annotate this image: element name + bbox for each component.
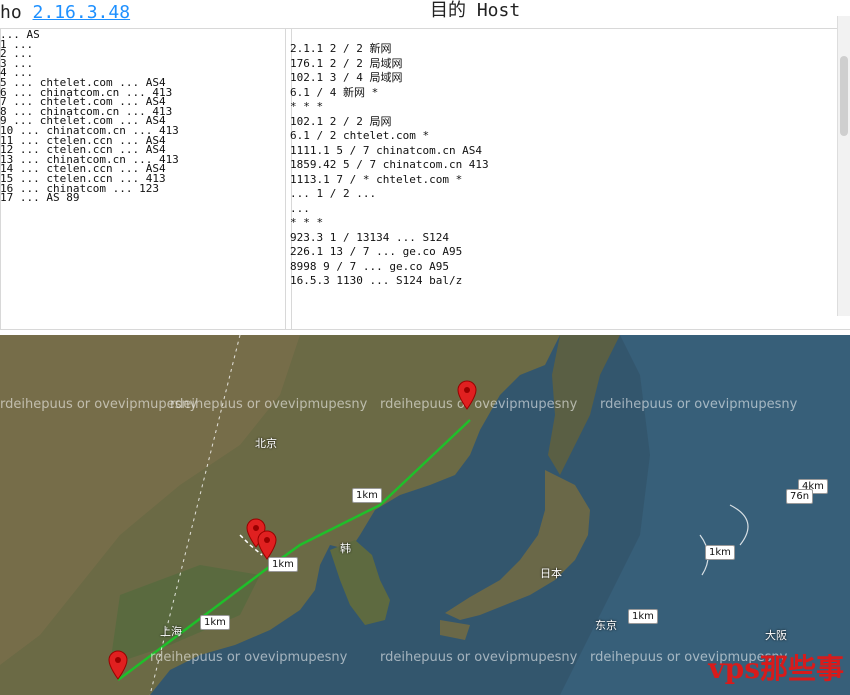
hop-row: 1113.1 7 / * chtelet.com *: [290, 172, 463, 186]
hop-row: 1 ...: [0, 39, 34, 50]
hop-row: 7 ... chtelet.com ... AS4: [0, 97, 166, 107]
distance-label: 1km: [705, 545, 735, 560]
hop-row: 102.1 2 / 2 局网: [290, 114, 392, 128]
hop-row: 16 ... chinatcom ... 123: [0, 183, 159, 194]
scrollbar-thumb[interactable]: [840, 56, 848, 136]
hop-row: 2 ...: [0, 49, 34, 59]
left-hop-list: ... AS 1 ... 2 ... 3 ... 4 ... 5 ... chtelet.…: [0, 30, 300, 203]
watermark-row-5: rdeihepuus or ovevipmupesny: [150, 650, 348, 665]
place-label: 大阪: [765, 629, 787, 642]
hop-row: 6.1 / 2 chtelet.com *: [290, 129, 430, 142]
hop-row: 5 ... chtelet.com ... AS4: [0, 77, 166, 88]
destination-host: 目的 Host: [430, 0, 521, 21]
distance-label: 1km: [628, 609, 658, 624]
distance-label: 1km: [352, 488, 382, 503]
hop-row: 9 ... chtelet.com ... AS4: [0, 116, 166, 126]
hop-row: 6.1 / 4 新网 *: [290, 85, 379, 99]
hop-row: * * *: [290, 216, 324, 229]
distance-label: 1km: [200, 615, 230, 630]
destination-pin-icon[interactable]: [456, 380, 478, 410]
brand-watermark: vps那些事: [708, 652, 844, 685]
hop-row: 1111.1 5 / 7 chinatcom.cn AS4: [290, 143, 483, 157]
watermark-row-3: rdeihepuus or ovevipmupesny: [380, 397, 578, 412]
hop-row: 1859.42 5 / 7 chinatcom.cn 413: [290, 158, 489, 171]
hop-row: 102.1 3 / 4 局域网: [290, 71, 403, 84]
hop-row: 2.1.1 2 / 2 新网: [290, 42, 392, 55]
watermark-row-2: rdeihepuus or ovevipmupesny: [170, 397, 368, 412]
hop-pin-icon[interactable]: [256, 530, 278, 560]
hop-row: 8998 9 / 7 ... ge.co A95: [290, 259, 449, 273]
hop-row: ... AS: [0, 30, 40, 40]
hop-row: 176.1 2 / 2 局域网: [290, 56, 403, 70]
header-ip-link[interactable]: 2.16.3.48: [33, 2, 131, 23]
hop-row: 923.3 1 / 13134 ... S124: [290, 230, 449, 244]
watermark-row-6: rdeihepuus or ovevipmupesny: [380, 650, 578, 665]
hop-row: ...: [290, 201, 310, 215]
trace-scrollbar[interactable]: [837, 16, 850, 316]
traceroute-header: ho 2.16.3.48 目的 Host: [0, 0, 520, 24]
distance-label: 1km: [268, 557, 298, 572]
watermark-row-4: rdeihepuus or ovevipmupesny: [600, 397, 798, 412]
hop-row: 6 ... chinatcom.cn ... 413: [0, 87, 173, 98]
hop-row: ... 1 / 2 ...: [290, 187, 377, 200]
hop-row: 4 ...: [0, 68, 34, 78]
hop-row: 3 ...: [0, 58, 34, 69]
hop-row: 226.1 13 / 7 ... ge.co A95: [290, 245, 463, 258]
place-label: 北京: [255, 437, 277, 450]
distance-label: 76n: [786, 489, 814, 504]
hop-row: * * *: [290, 100, 324, 113]
source-pin-icon[interactable]: [107, 650, 129, 680]
place-label: 东京: [595, 619, 617, 632]
hop-row: 14 ... ctelen.ccn ... AS4: [0, 164, 166, 174]
place-label: 上海: [160, 625, 182, 638]
hop-row: 10 ... chinatcom.cn ... 413: [0, 125, 179, 136]
right-hop-list: 2.1.1 2 / 2 新网 176.1 2 / 2 局域网 102.1 3 / 4…: [290, 42, 850, 289]
hop-row: 15 ... ctelen.ccn ... 413: [0, 173, 166, 184]
hop-row: 12 ... ctelen.ccn ... AS4: [0, 145, 166, 155]
header-prefix: ho: [0, 2, 22, 23]
hop-row: 13 ... chinatcom.cn ... 413: [0, 154, 179, 165]
place-label: 日本: [540, 567, 562, 580]
hop-row: 11 ... ctelen.ccn ... AS4: [0, 135, 166, 146]
route-map[interactable]: rdeihepuus or ovevipmupesny rdeihepuus o…: [0, 335, 850, 695]
traceroute-panel: ho 2.16.3.48 目的 Host ... AS 1 ... 2 ... 3 .…: [0, 0, 850, 335]
watermark-row-1: rdeihepuus or ovevipmupesny: [0, 397, 198, 412]
hop-row: 16.5.3 1130 ... S124 bal/z: [290, 274, 463, 287]
hop-row: 8 ... chinatcom.cn ... 413: [0, 106, 173, 117]
place-label: 韩: [340, 542, 351, 555]
map-canvas: [0, 335, 850, 695]
hop-row: 17 ... AS 89: [0, 193, 80, 203]
